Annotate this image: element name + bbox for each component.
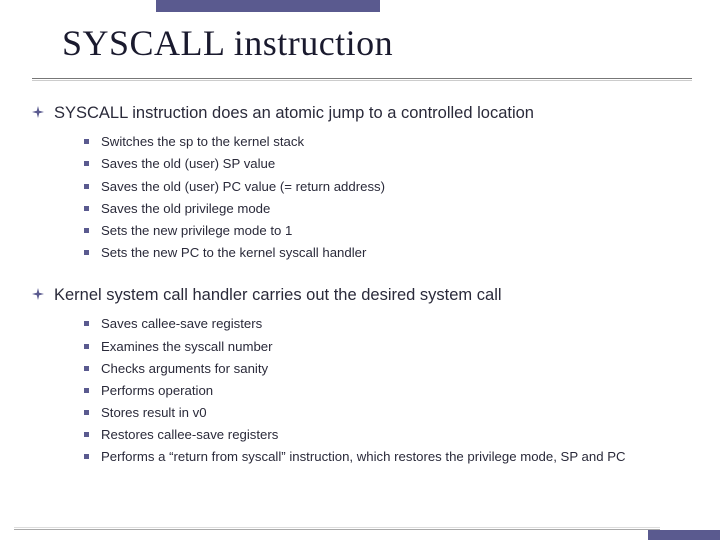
list-item: Restores callee-save registers bbox=[84, 425, 700, 444]
section-heading-row: SYSCALL instruction does an atomic jump … bbox=[32, 102, 700, 124]
square-bullet-icon bbox=[84, 321, 89, 326]
list-item-text: Saves the old privilege mode bbox=[101, 199, 270, 218]
list-item: Saves the old privilege mode bbox=[84, 199, 700, 218]
title-underline bbox=[32, 78, 692, 79]
square-bullet-icon bbox=[84, 228, 89, 233]
list-item-text: Examines the syscall number bbox=[101, 337, 273, 356]
list-item: Checks arguments for sanity bbox=[84, 359, 700, 378]
list-item: Switches the sp to the kernel stack bbox=[84, 132, 700, 151]
square-bullet-icon bbox=[84, 206, 89, 211]
star-bullet-icon bbox=[32, 106, 44, 118]
bottom-accent-band bbox=[648, 530, 720, 540]
list-item: Saves callee-save registers bbox=[84, 314, 700, 333]
square-bullet-icon bbox=[84, 161, 89, 166]
section-2: Kernel system call handler carries out t… bbox=[32, 284, 700, 466]
list-item: Sets the new privilege mode to 1 bbox=[84, 221, 700, 240]
list-item: Examines the syscall number bbox=[84, 337, 700, 356]
list-item-text: Restores callee-save registers bbox=[101, 425, 278, 444]
list-item: Stores result in v0 bbox=[84, 403, 700, 422]
list-item-text: Stores result in v0 bbox=[101, 403, 207, 422]
square-bullet-icon bbox=[84, 139, 89, 144]
list-item-text: Sets the new PC to the kernel syscall ha… bbox=[101, 243, 366, 262]
list-item: Performs a “return from syscall” instruc… bbox=[84, 447, 700, 466]
list-item-text: Switches the sp to the kernel stack bbox=[101, 132, 304, 151]
sublist-2: Saves callee-save registers Examines the… bbox=[84, 314, 700, 466]
square-bullet-icon bbox=[84, 432, 89, 437]
footer-line bbox=[14, 527, 660, 528]
square-bullet-icon bbox=[84, 410, 89, 415]
footer-line bbox=[14, 529, 660, 530]
list-item-text: Sets the new privilege mode to 1 bbox=[101, 221, 292, 240]
list-item: Saves the old (user) PC value (= return … bbox=[84, 177, 700, 196]
square-bullet-icon bbox=[84, 250, 89, 255]
list-item-text: Saves the old (user) PC value (= return … bbox=[101, 177, 385, 196]
square-bullet-icon bbox=[84, 454, 89, 459]
section-1: SYSCALL instruction does an atomic jump … bbox=[32, 102, 700, 262]
square-bullet-icon bbox=[84, 366, 89, 371]
list-item-text: Saves the old (user) SP value bbox=[101, 154, 275, 173]
list-item-text: Saves callee-save registers bbox=[101, 314, 262, 333]
section-heading: SYSCALL instruction does an atomic jump … bbox=[54, 102, 534, 124]
square-bullet-icon bbox=[84, 184, 89, 189]
square-bullet-icon bbox=[84, 344, 89, 349]
title-area: SYSCALL instruction bbox=[62, 22, 393, 64]
top-accent-band bbox=[156, 0, 380, 12]
section-heading-row: Kernel system call handler carries out t… bbox=[32, 284, 700, 306]
list-item: Sets the new PC to the kernel syscall ha… bbox=[84, 243, 700, 262]
star-bullet-icon bbox=[32, 288, 44, 300]
list-item-text: Checks arguments for sanity bbox=[101, 359, 268, 378]
square-bullet-icon bbox=[84, 388, 89, 393]
list-item-text: Performs operation bbox=[101, 381, 213, 400]
list-item-text: Performs a “return from syscall” instruc… bbox=[101, 447, 626, 466]
sublist-1: Switches the sp to the kernel stack Save… bbox=[84, 132, 700, 262]
slide-title: SYSCALL instruction bbox=[62, 22, 393, 64]
content-area: SYSCALL instruction does an atomic jump … bbox=[32, 102, 700, 488]
list-item: Saves the old (user) SP value bbox=[84, 154, 700, 173]
list-item: Performs operation bbox=[84, 381, 700, 400]
section-heading: Kernel system call handler carries out t… bbox=[54, 284, 502, 306]
